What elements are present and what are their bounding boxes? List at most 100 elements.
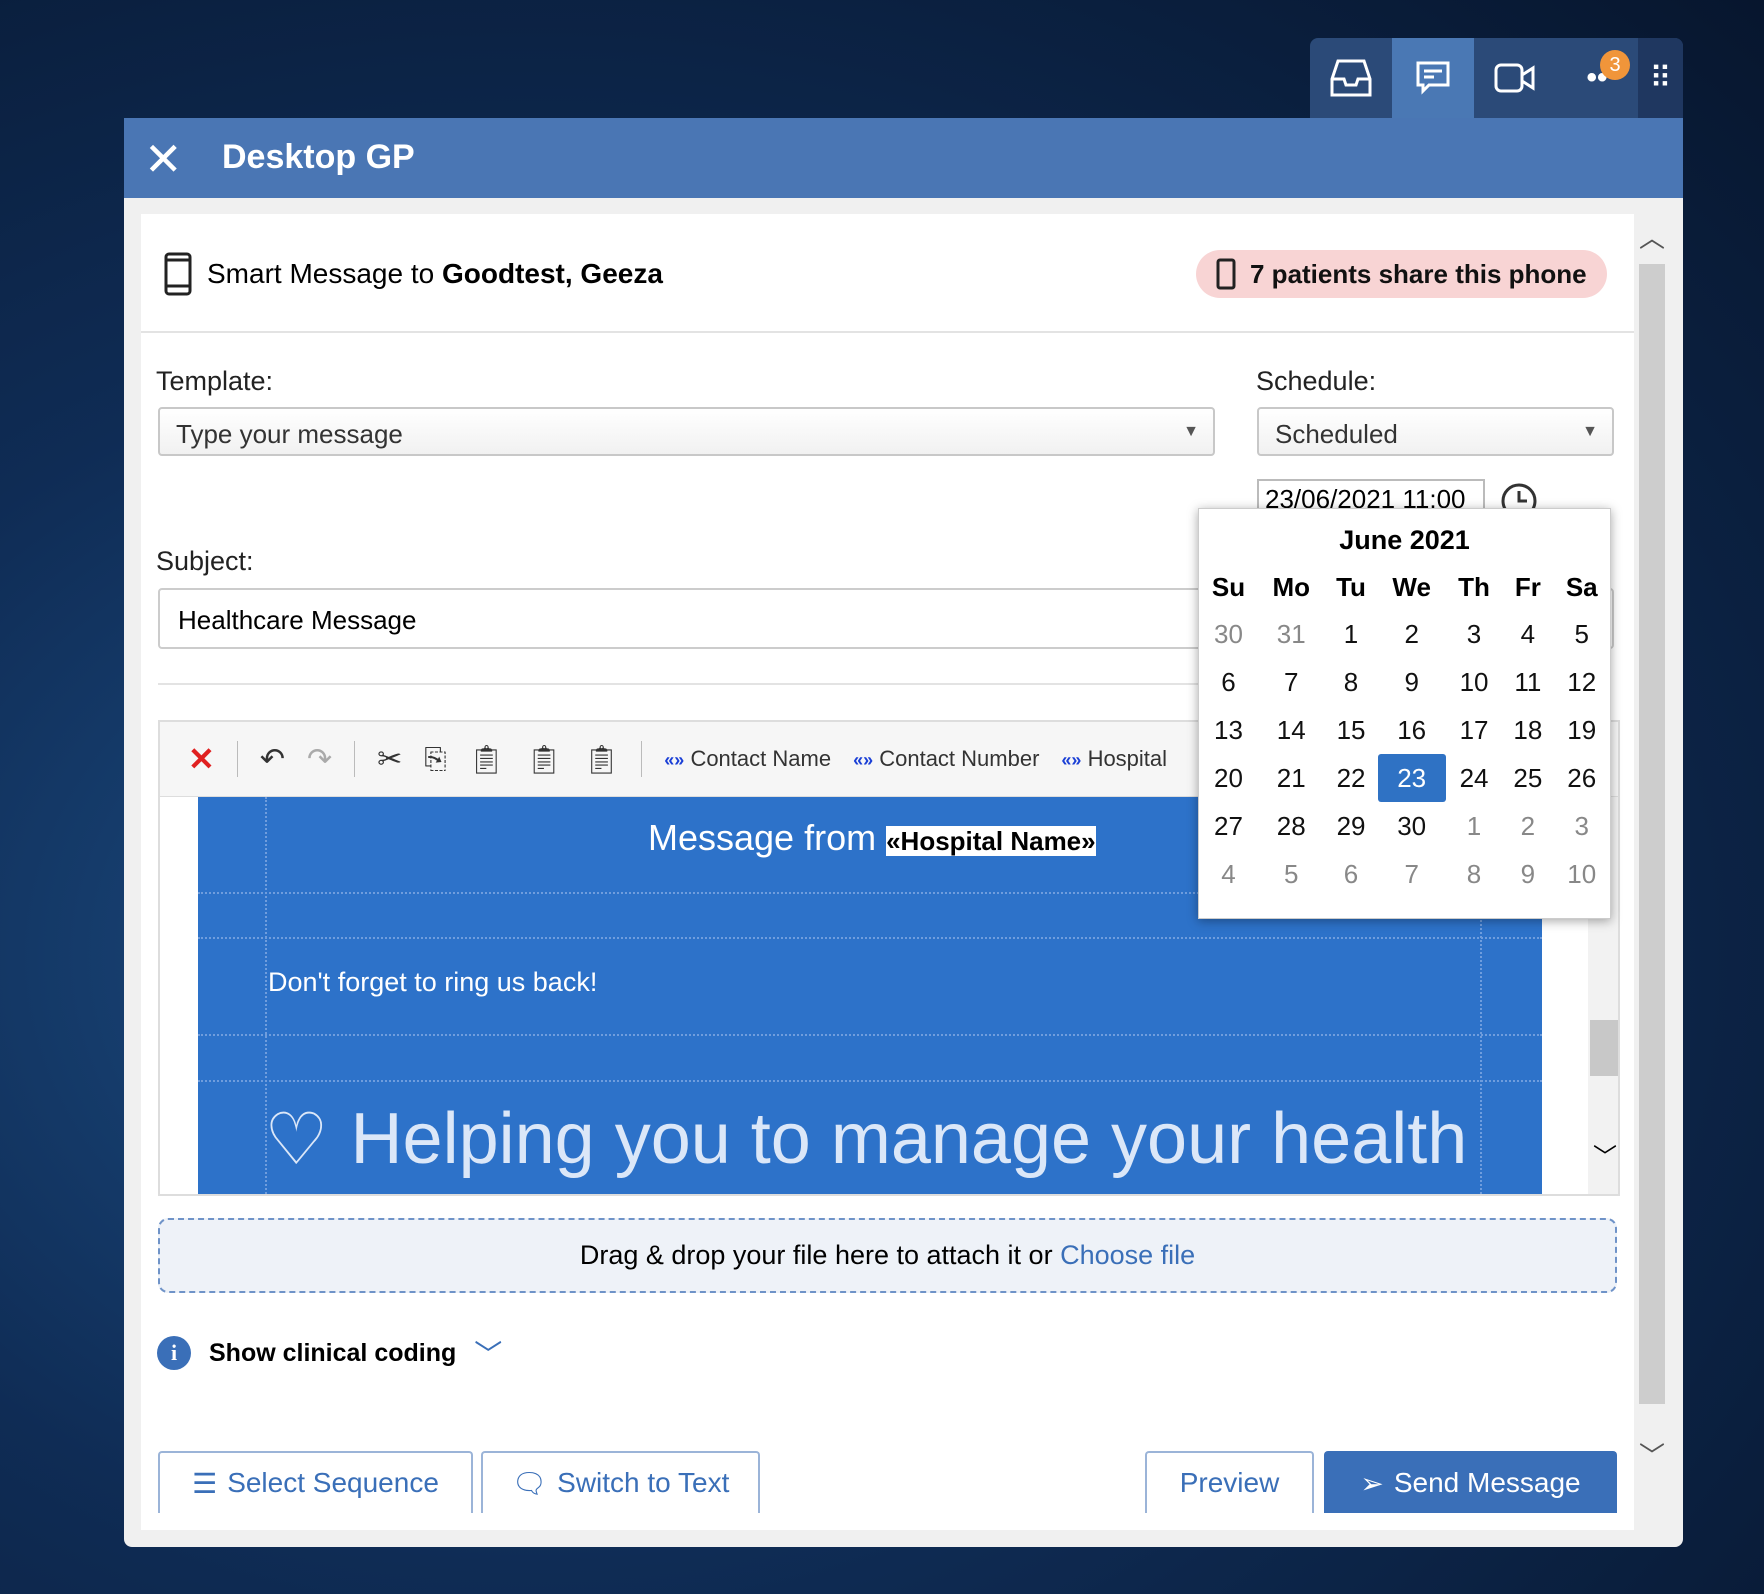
calendar-day[interactable]: 2	[1378, 610, 1446, 658]
calendar-day[interactable]: 13	[1199, 706, 1258, 754]
calendar-day[interactable]: 8	[1446, 850, 1502, 898]
schedule-label: Schedule:	[1256, 366, 1377, 396]
button-label: Send Message	[1393, 1467, 1581, 1498]
calendar-grid: Su Mo Tu We Th Fr Sa 30 31 1 2 3 4 5 6 7 8 9 10 11 12 13 14 15…	[1199, 564, 1610, 898]
redo-icon[interactable]: ↷	[307, 742, 332, 777]
file-drop-zone[interactable]: Drag & drop your file here to attach it …	[158, 1218, 1617, 1293]
calendar-day[interactable]: 11	[1502, 658, 1553, 706]
calendar-day[interactable]: 12	[1554, 658, 1610, 706]
merge-field-icon: «»	[853, 750, 874, 770]
calendar-day[interactable]: 4	[1199, 850, 1258, 898]
schedule-value: Scheduled	[1275, 419, 1398, 449]
window-title: Desktop GP	[222, 138, 415, 176]
calendar-day[interactable]: 7	[1378, 850, 1446, 898]
calendar-day[interactable]: 26	[1554, 754, 1610, 802]
scroll-up-icon[interactable]: ︿	[1637, 218, 1667, 255]
paste-icon[interactable]: 📋︎	[469, 743, 505, 776]
shared-phone-badge: 7 patients share this phone	[1196, 250, 1607, 298]
paste-text-icon[interactable]: 📋︎	[526, 743, 562, 776]
switch-to-text-button[interactable]: 🗨︎ Switch to Text	[481, 1451, 760, 1513]
calendar-day[interactable]: 28	[1258, 802, 1325, 850]
calendar-day[interactable]: 19	[1554, 706, 1610, 754]
calendar-day[interactable]: 24	[1446, 754, 1502, 802]
calendar-day[interactable]: 10	[1446, 658, 1502, 706]
divider	[354, 741, 356, 777]
drag-grip-icon[interactable]: ⠿	[1638, 38, 1683, 118]
clinical-coding-toggle[interactable]: i Show clinical coding ﹀	[157, 1333, 502, 1373]
inbox-button[interactable]	[1310, 38, 1392, 118]
calendar-day[interactable]: 20	[1199, 754, 1258, 802]
calendar-day[interactable]: 22	[1325, 754, 1378, 802]
banner-text: Helping you to manage your health	[350, 1099, 1468, 1179]
button-label: Preview	[1179, 1467, 1280, 1498]
shared-phone-text: 7 patients share this phone	[1250, 258, 1587, 289]
clear-icon[interactable]: ✕	[188, 740, 215, 778]
schedule-select[interactable]: Scheduled ▼	[1257, 407, 1614, 456]
calendar-day[interactable]: 15	[1325, 706, 1378, 754]
choose-file-link[interactable]: Choose file	[1060, 1240, 1195, 1271]
merge-field-icon: «»	[1061, 750, 1082, 770]
calendar-day[interactable]: 29	[1325, 802, 1378, 850]
send-icon: ➢	[1360, 1467, 1384, 1499]
send-message-button[interactable]: ➢ Send Message	[1324, 1451, 1617, 1513]
calendar-day[interactable]: 30	[1199, 610, 1258, 658]
calendar-day-selected[interactable]: 23	[1377, 754, 1446, 802]
calendar-day[interactable]: 5	[1554, 610, 1610, 658]
merge-field-hospital[interactable]: «» Hospital	[1061, 746, 1167, 772]
paste-word-icon[interactable]: 📋︎	[584, 743, 620, 776]
list-icon: ☰	[192, 1467, 218, 1499]
cut-icon[interactable]: ✂	[377, 742, 402, 777]
merge-field-contact-name[interactable]: «» Contact Name	[664, 746, 831, 772]
calendar-day[interactable]: 3	[1446, 610, 1502, 658]
template-select[interactable]: Type your message ▼	[158, 407, 1215, 456]
calendar-day[interactable]: 9	[1378, 658, 1446, 706]
calendar-day[interactable]: 8	[1325, 658, 1378, 706]
recipient-prefix: Smart Message to	[207, 258, 442, 289]
calendar-day[interactable]: 25	[1502, 754, 1553, 802]
hospital-name-field: «Hospital Name»	[886, 826, 1096, 856]
preview-button[interactable]: Preview	[1145, 1451, 1314, 1513]
merge-field-contact-number[interactable]: «» Contact Number	[853, 746, 1039, 772]
calendar-day[interactable]: 27	[1199, 802, 1258, 850]
calendar-day[interactable]: 1	[1446, 802, 1502, 850]
calendar-day[interactable]: 3	[1554, 802, 1610, 850]
calendar-day[interactable]: 10	[1554, 850, 1610, 898]
calendar-day[interactable]: 30	[1378, 802, 1446, 850]
mobile-phone-icon	[1216, 258, 1236, 290]
scrollbar-thumb[interactable]	[1590, 1020, 1618, 1076]
calendar-day[interactable]: 4	[1502, 610, 1553, 658]
scrollbar-thumb[interactable]	[1639, 264, 1665, 1404]
copy-icon[interactable]: ⎘	[424, 743, 446, 776]
calendar-day[interactable]: 31	[1258, 610, 1325, 658]
mobile-phone-icon	[164, 252, 192, 296]
more-button[interactable]: •• 3	[1556, 38, 1638, 118]
select-sequence-button[interactable]: ☰ Select Sequence	[158, 1451, 473, 1513]
calendar-day[interactable]: 5	[1258, 850, 1325, 898]
undo-icon[interactable]: ↶	[260, 742, 285, 777]
calendar-day[interactable]: 1	[1325, 610, 1378, 658]
drop-text: Drag & drop your file here to attach it …	[579, 1240, 1061, 1270]
scroll-down-icon[interactable]: ﹀	[1637, 1436, 1667, 1473]
calendar-day[interactable]: 18	[1502, 706, 1553, 754]
calendar-day[interactable]: 2	[1502, 802, 1553, 850]
calendar-day[interactable]: 6	[1325, 850, 1378, 898]
scroll-down-icon[interactable]: ﹀	[1588, 1137, 1618, 1172]
calendar-day[interactable]: 17	[1446, 706, 1502, 754]
calendar-day[interactable]: 14	[1258, 706, 1325, 754]
weekday-header: Fr	[1514, 571, 1541, 602]
calendar-week: 13 14 15 16 17 18 19	[1199, 706, 1610, 754]
close-icon[interactable]: ✕	[144, 132, 183, 186]
weekday-header: Sa	[1565, 571, 1598, 602]
video-icon	[1494, 63, 1535, 93]
calendar-week: 20 21 22 23 24 25 26	[1199, 754, 1610, 802]
calendar-day[interactable]: 16	[1378, 706, 1446, 754]
inbox-icon	[1330, 59, 1372, 97]
calendar-day[interactable]: 7	[1258, 658, 1325, 706]
chat-button[interactable]	[1392, 38, 1474, 118]
main-scrollbar[interactable]: ︿ ﹀	[1637, 214, 1667, 1530]
calendar-day[interactable]: 6	[1199, 658, 1258, 706]
video-button[interactable]	[1474, 38, 1556, 118]
heart-icon: ♡	[264, 1100, 329, 1180]
calendar-day[interactable]: 21	[1258, 754, 1325, 802]
calendar-day[interactable]: 9	[1502, 850, 1553, 898]
